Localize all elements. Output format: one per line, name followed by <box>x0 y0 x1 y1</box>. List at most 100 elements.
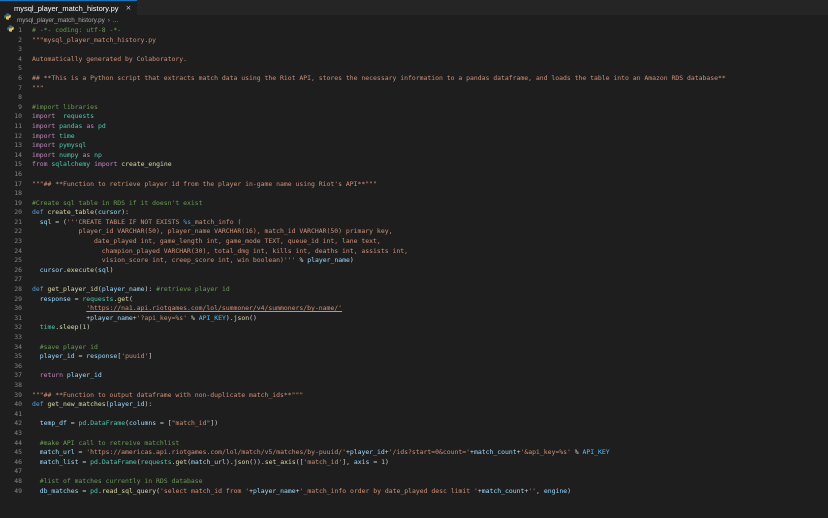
code-line[interactable]: 29 response = requests.get( <box>0 295 828 305</box>
code-line[interactable]: 5 <box>0 64 828 74</box>
tab-active-file[interactable]: mysql_player_match_history.py × <box>0 0 138 20</box>
code-line[interactable]: 12 import time <box>0 132 828 142</box>
code-line[interactable]: 34 #save player id <box>0 343 828 353</box>
code-text: cursor.execute(sql) <box>32 266 114 276</box>
code-line[interactable]: 25 vision_score int, creep_score int, wi… <box>0 256 828 266</box>
code-line[interactable]: 11 import pandas as pd <box>0 122 828 132</box>
code-line[interactable]: 32 time.sleep(1) <box>0 323 828 333</box>
line-number: 20 <box>14 208 22 217</box>
code-token: response <box>86 352 118 361</box>
code-line[interactable]: 22 player_id VARCHAR(50), player_name VA… <box>0 227 828 237</box>
code-line[interactable]: 13 import pymysql <box>0 141 828 151</box>
code-token: '' <box>528 486 537 495</box>
code-text: player_id VARCHAR(50), player_name VARCH… <box>32 227 393 237</box>
code-token: pymysql <box>59 141 87 150</box>
code-text: return player_id <box>32 371 102 381</box>
code-token: '''CREATE TABLE IF NOT EXISTS <box>66 217 184 226</box>
code-line[interactable]: 16 <box>0 170 828 180</box>
code-line[interactable]: 18 <box>0 189 828 199</box>
close-icon[interactable]: × <box>126 4 132 12</box>
code-token: Automatically generated by Colaboratory. <box>32 54 188 63</box>
code-token: player_id <box>39 352 75 361</box>
code-line[interactable]: 14 import numpy as np <box>0 151 828 161</box>
code-line[interactable]: 35 player_id = response['puuid'] <box>0 352 828 362</box>
code-token: player_id <box>66 371 102 380</box>
code-line[interactable]: 47 <box>0 467 828 477</box>
code-line[interactable]: 27 <box>0 275 828 285</box>
code-line[interactable]: 43 <box>0 429 828 439</box>
code-line[interactable]: 48 #list of matches currently in RDS dat… <box>0 477 828 487</box>
code-line[interactable]: 20 def create_table(cursor): <box>0 208 828 218</box>
code-token: create_engine <box>121 160 172 169</box>
code-token: sql <box>39 217 52 226</box>
code-text: import requests <box>32 112 94 122</box>
code-text: def get_new_matches(player_id): <box>32 400 152 410</box>
code-line[interactable]: 38 <box>0 381 828 391</box>
code-token: get <box>117 294 129 303</box>
code-line[interactable]: 30 'https://na1.api.riotgames.com/lol/su… <box>0 304 828 314</box>
code-line[interactable]: 9 #import libraries <box>0 103 828 113</box>
code-line[interactable]: 28 def get_player_id(player_name): #retri… <box>0 285 828 295</box>
code-line[interactable]: 23 date_played int, game_length int, gam… <box>0 237 828 247</box>
code-token: #save player id <box>39 342 98 351</box>
code-line[interactable]: 3 <box>0 45 828 55</box>
code-line[interactable]: 15 from sqlalchemy import create_engine <box>0 160 828 170</box>
code-line[interactable]: 1 # -*- coding: utf-8 -*- <box>0 26 828 36</box>
tab-filename: mysql_player_match_history.py <box>14 3 119 13</box>
line-number: 24 <box>14 246 22 255</box>
code-line[interactable]: 45 match_url = 'https://americas.api.rio… <box>0 448 828 458</box>
code-line[interactable]: 37 return player_id <box>0 371 828 381</box>
code-line[interactable]: 44 #make API call to retreive matchlist <box>0 439 828 449</box>
code-line[interactable]: 21 sql = ('''CREATE TABLE IF NOT EXISTS … <box>0 218 828 228</box>
code-line[interactable]: 49 db_matches = pd.read_sql_query('selec… <box>0 487 828 497</box>
breadcrumb-filename[interactable]: mysql_player_match_history.py <box>17 17 105 24</box>
code-token: return <box>39 371 64 380</box>
line-number: 10 <box>14 112 22 121</box>
code-token: match_count <box>473 448 517 457</box>
code-line[interactable]: 6 ## **This is a Python script that extra… <box>0 74 828 84</box>
line-number: 23 <box>14 237 22 246</box>
code-token: read_sql_query <box>101 486 157 495</box>
code-text: #Create sql table in RDS if it doesn't e… <box>32 199 203 209</box>
code-token: """ <box>32 83 44 92</box>
code-line[interactable]: 42 temp_df = pd.DataFrame(columns = ["ma… <box>0 419 828 429</box>
line-number: 16 <box>14 169 22 178</box>
code-token: get <box>175 457 188 466</box>
code-line[interactable]: 7 """ <box>0 84 828 94</box>
line-number: 19 <box>14 198 22 207</box>
code-line[interactable]: 10 import requests <box>0 112 828 122</box>
code-text: """## **Function to output dataframe wit… <box>32 391 303 401</box>
line-number: 27 <box>14 275 22 284</box>
code-token: response <box>39 294 71 303</box>
code-editor[interactable]: 1 # -*- coding: utf-8 -*- 2 """mysql_player… <box>0 26 828 518</box>
code-line[interactable]: 8 <box>0 93 828 103</box>
line-number: 46 <box>14 457 22 466</box>
code-text: 'https://na1.api.riotgames.com/lol/summo… <box>32 304 342 314</box>
code-text: """mysql_player_match_history.py <box>32 36 156 46</box>
code-token: cursor <box>97 208 122 217</box>
breadcrumb-ellipsis[interactable]: ... <box>113 17 118 24</box>
code-token: import <box>32 141 56 150</box>
code-line[interactable]: 26 cursor.execute(sql) <box>0 266 828 276</box>
code-line[interactable]: 2 """mysql_player_match_history.py <box>0 36 828 46</box>
code-token: """## **Function to output dataframe wit… <box>32 390 304 399</box>
code-line[interactable]: 19 #Create sql table in RDS if it doesn't… <box>0 199 828 209</box>
code-line[interactable]: 46 match_list = pd.DataFrame(requests.ge… <box>0 458 828 468</box>
line-number: 11 <box>14 121 22 130</box>
code-line[interactable]: 39 """## **Function to output dataframe w… <box>0 391 828 401</box>
code-line[interactable]: 4 Automatically generated by Colaboratory… <box>0 55 828 65</box>
code-line[interactable]: 17 """## **Function to retrieve player id… <box>0 180 828 190</box>
code-line[interactable]: 41 <box>0 410 828 420</box>
code-token: time <box>59 131 75 140</box>
code-line[interactable]: 31 +player_name+'?api_key=%s' % API_KEY)… <box>0 314 828 324</box>
code-token: ) <box>349 256 354 265</box>
code-line[interactable]: 24 champion_played VARCHAR(30), total_dm… <box>0 247 828 257</box>
code-line[interactable]: 40 def get_new_matches(player_id): <box>0 400 828 410</box>
code-line[interactable]: 33 <box>0 333 828 343</box>
code-line[interactable]: 36 <box>0 362 828 372</box>
